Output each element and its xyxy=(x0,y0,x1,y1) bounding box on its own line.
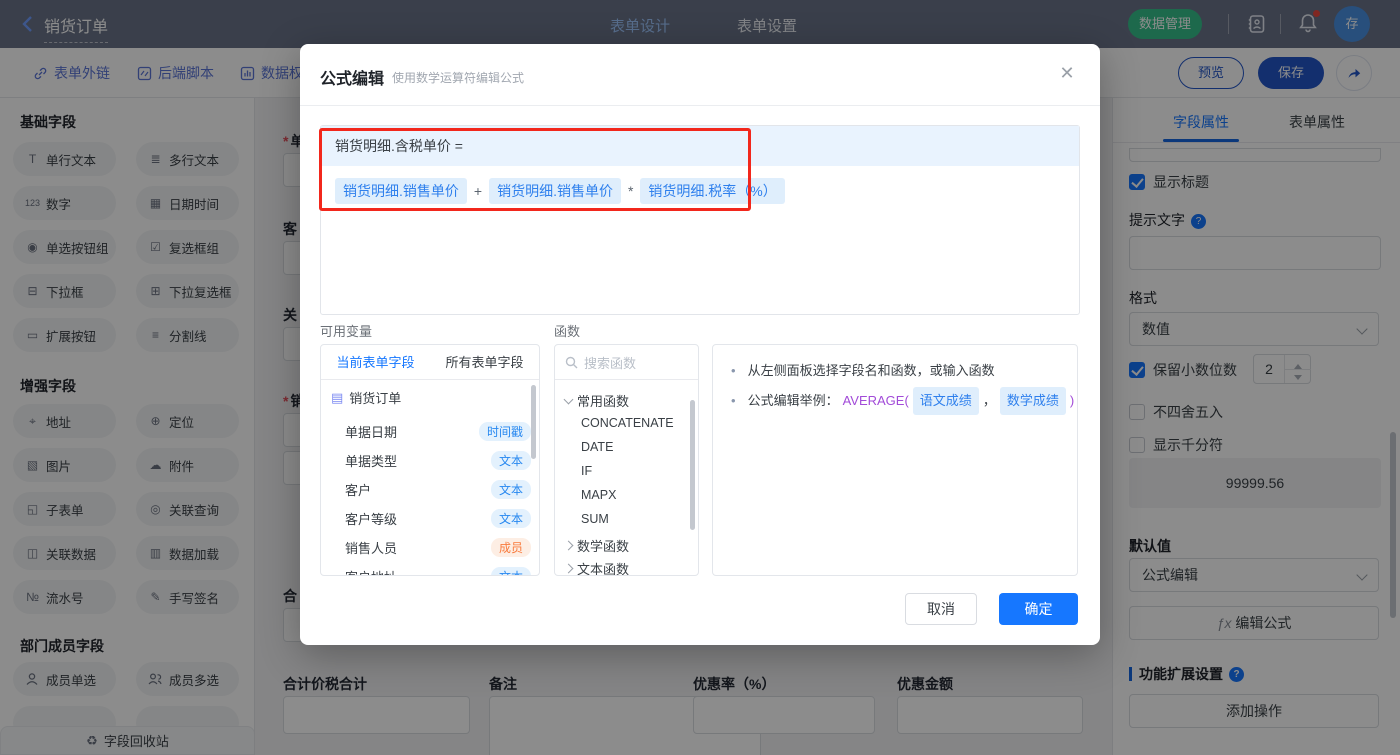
function-group-text[interactable]: 文本函数 xyxy=(565,559,629,576)
caret-down-icon xyxy=(564,394,574,404)
type-badge: 文本 xyxy=(491,567,531,576)
function-item[interactable]: SUM xyxy=(581,512,609,526)
example-function-name: AVERAGE( xyxy=(843,389,909,413)
type-badge: 文本 xyxy=(491,480,531,499)
type-badge: 文本 xyxy=(491,451,531,470)
search-placeholder: 搜索函数 xyxy=(584,353,636,372)
functions-panel: 搜索函数 常用函数 CONCATENATE DATE IF MAPX SUM 数… xyxy=(554,344,699,576)
tab-all-form-fields[interactable]: 所有表单字段 xyxy=(430,345,539,379)
form-doc-icon: ▤ xyxy=(331,390,343,406)
help-line-1: 从左侧面板选择字段名和函数，或输入函数 xyxy=(731,359,995,383)
search-icon xyxy=(565,356,578,369)
function-item[interactable]: MAPX xyxy=(581,488,616,502)
example-field-chip: 数学成绩 xyxy=(1000,387,1066,415)
modal-subtitle: 使用数学运算符编辑公式 xyxy=(392,69,524,86)
variables-panel: 当前表单字段 所有表单字段 ▤ 销货订单 单据日期时间戳 单据类型文本 客户文本… xyxy=(320,344,540,576)
function-group-common[interactable]: 常用函数 xyxy=(565,391,629,410)
function-group-math[interactable]: 数学函数 xyxy=(565,536,629,555)
function-search-input[interactable]: 搜索函数 xyxy=(555,345,698,380)
caret-right-icon xyxy=(564,564,574,574)
formula-editor-area[interactable]: 销货明细.含税单价 = 销货明细.销售单价 + 销货明细.销售单价 * 销货明细… xyxy=(320,125,1080,315)
variable-row[interactable]: 客户地址文本 xyxy=(345,562,531,576)
functions-scrollbar[interactable] xyxy=(690,400,695,530)
help-line-2: 公式编辑举例：AVERAGE( 语文成绩 ， 数学成绩 ) xyxy=(731,387,1074,415)
variable-row[interactable]: 单据日期时间戳 xyxy=(345,417,531,446)
formula-field-token[interactable]: 销货明细.税率（%） xyxy=(640,178,784,204)
formula-operator: * xyxy=(628,183,633,199)
example-field-chip: 语文成绩 xyxy=(913,387,979,415)
variable-row[interactable]: 客户文本 xyxy=(345,475,531,504)
variable-row[interactable]: 单据类型文本 xyxy=(345,446,531,475)
caret-right-icon xyxy=(564,541,574,551)
cancel-button[interactable]: 取消 xyxy=(905,593,977,625)
type-badge: 时间戳 xyxy=(479,422,531,441)
form-root-node[interactable]: ▤ 销货订单 xyxy=(331,388,401,407)
variables-tabs: 当前表单字段 所有表单字段 xyxy=(321,345,539,380)
formula-expression: 销货明细.销售单价 + 销货明细.销售单价 * 销货明细.税率（%） xyxy=(335,178,785,204)
variables-panel-label: 可用变量 xyxy=(320,321,372,340)
tab-current-form-fields[interactable]: 当前表单字段 xyxy=(321,345,430,379)
function-item[interactable]: DATE xyxy=(581,440,613,454)
function-item[interactable]: CONCATENATE xyxy=(581,416,674,430)
function-item[interactable]: IF xyxy=(581,464,592,478)
functions-panel-label: 函数 xyxy=(554,321,580,340)
formula-editor-modal: 公式编辑 使用数学运算符编辑公式 销货明细.含税单价 = 销货明细.销售单价 +… xyxy=(300,44,1100,645)
formula-target-row: 销货明细.含税单价 = xyxy=(321,126,1079,166)
help-panel: 从左侧面板选择字段名和函数，或输入函数 公式编辑举例：AVERAGE( 语文成绩… xyxy=(712,344,1078,576)
example-close-paren: ) xyxy=(1070,389,1074,413)
close-icon[interactable] xyxy=(1056,62,1078,84)
formula-field-token[interactable]: 销货明细.销售单价 xyxy=(489,178,621,204)
formula-operator: + xyxy=(474,183,482,199)
confirm-button[interactable]: 确定 xyxy=(999,593,1078,625)
type-badge: 文本 xyxy=(491,509,531,528)
variable-row[interactable]: 销售人员成员 xyxy=(345,533,531,562)
variable-row[interactable]: 客户等级文本 xyxy=(345,504,531,533)
divider xyxy=(300,105,1100,106)
modal-title: 公式编辑 xyxy=(320,65,384,89)
variables-scrollbar[interactable] xyxy=(531,385,536,459)
type-badge: 成员 xyxy=(491,538,531,557)
formula-field-token[interactable]: 销货明细.销售单价 xyxy=(335,178,467,204)
